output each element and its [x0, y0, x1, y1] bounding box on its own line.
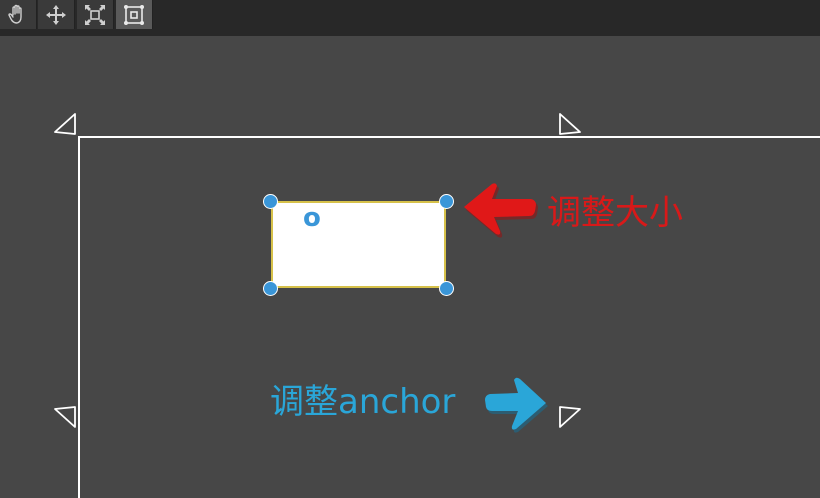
parent-frame-left-edge: [78, 136, 80, 498]
anchor-top-left-icon[interactable]: [53, 112, 79, 136]
anchor-bottom-left-icon[interactable]: [53, 405, 79, 429]
resize-handle-bottom-right[interactable]: [439, 281, 454, 296]
hand-tool-button[interactable]: [0, 0, 37, 29]
rect-transform-icon: [124, 4, 144, 25]
widget-label: o: [303, 203, 321, 233]
anchor-bottom-right-icon[interactable]: [556, 405, 582, 429]
blue-arrow-icon: [485, 377, 548, 433]
scale-tool-button[interactable]: [77, 0, 114, 29]
move-icon: [46, 4, 66, 25]
hand-icon: [8, 4, 22, 24]
anchor-top-right-icon[interactable]: [556, 112, 582, 136]
selected-rect-widget[interactable]: [271, 201, 446, 288]
resize-handle-top-left[interactable]: [263, 194, 278, 209]
resize-handle-bottom-left[interactable]: [263, 281, 278, 296]
anchor-annotation: 调整anchor: [270, 382, 456, 422]
resize-annotation: 调整大小: [547, 193, 683, 233]
move-tool-button[interactable]: [38, 0, 75, 29]
scene-toolbar: [0, 0, 820, 36]
resize-handle-top-right[interactable]: [439, 194, 454, 209]
rect-tool-button[interactable]: [116, 0, 153, 29]
scale-icon: [85, 4, 105, 25]
red-arrow-icon: [464, 183, 538, 238]
parent-frame-top-edge: [79, 136, 820, 138]
